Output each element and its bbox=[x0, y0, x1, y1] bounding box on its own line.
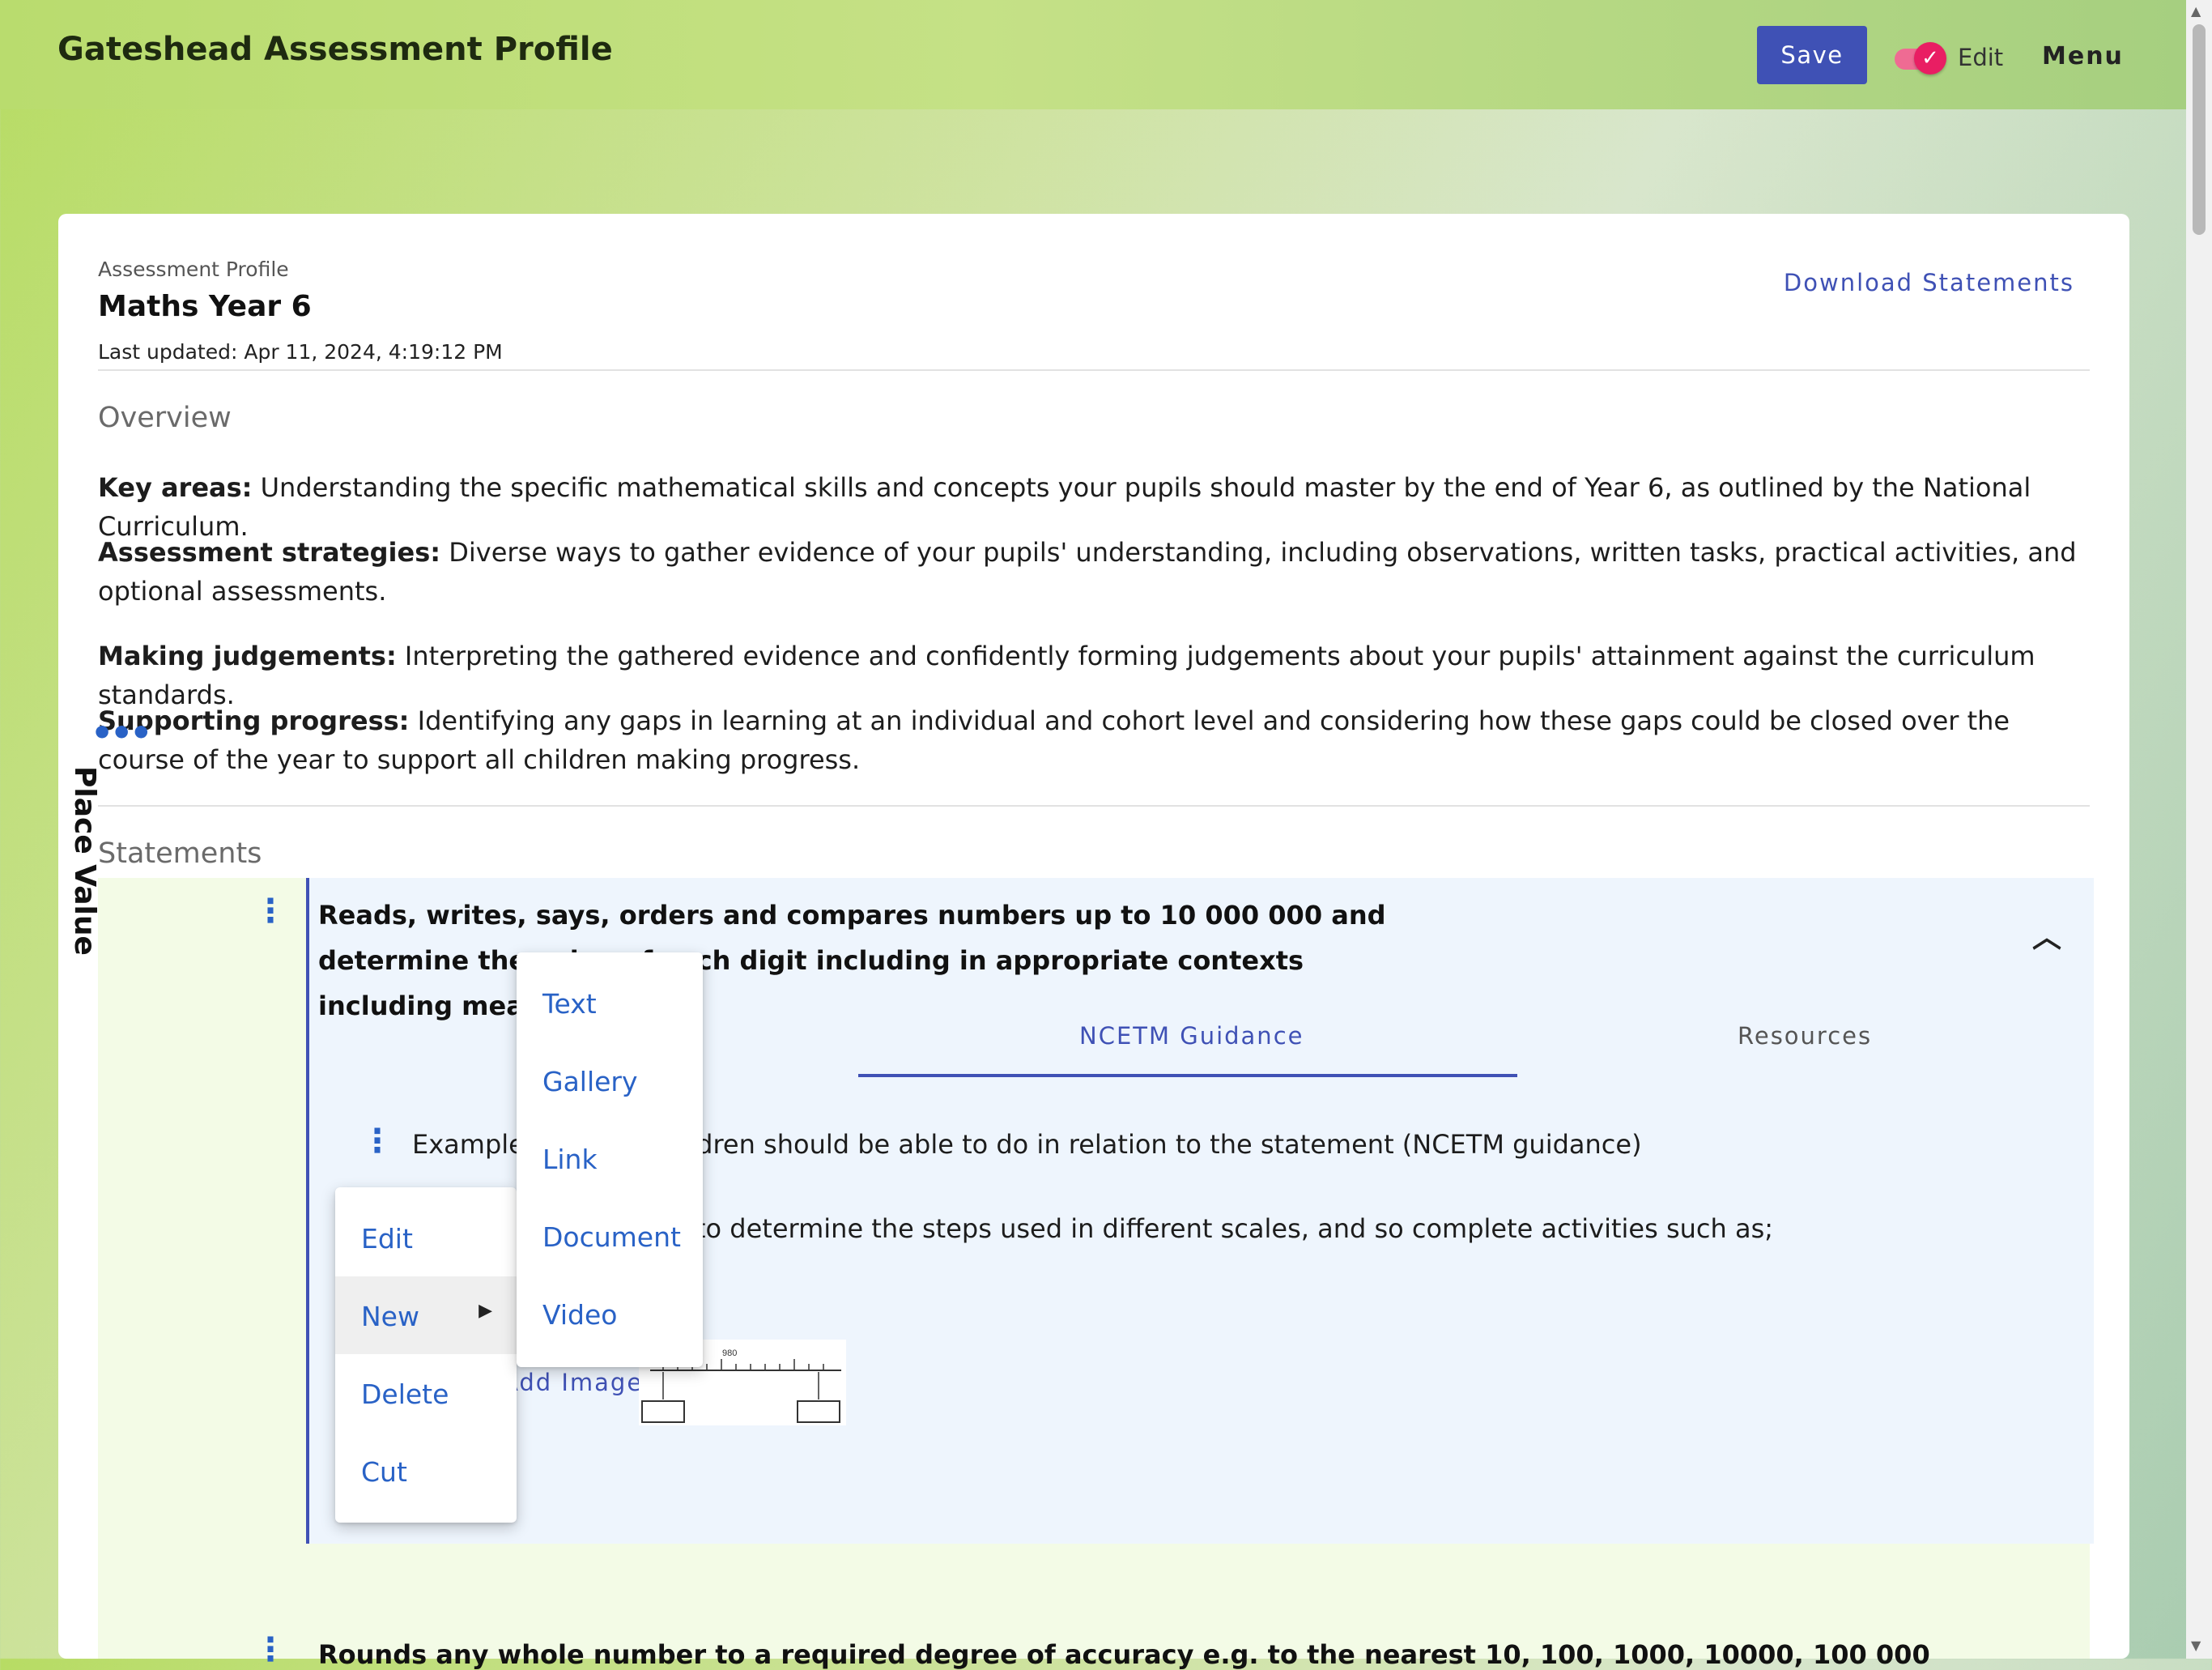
category-label: Place Value bbox=[68, 766, 101, 956]
profile-eyebrow: Assessment Profile bbox=[98, 258, 289, 281]
check-icon: ✓ bbox=[1914, 42, 1946, 75]
next-statement-options-icon[interactable]: ⋮ bbox=[254, 1634, 287, 1666]
submenu-item-label: Text bbox=[542, 988, 597, 1020]
menu-item-label: New bbox=[361, 1301, 419, 1332]
chevron-up-icon[interactable]: ︿ bbox=[2032, 914, 2061, 956]
menu-item-new[interactable]: New ▶ bbox=[335, 1276, 517, 1354]
submenu-item-label: Link bbox=[542, 1144, 598, 1175]
submenu-item-label: Gallery bbox=[542, 1066, 638, 1097]
overview-item-text: Understanding the specific mathematical … bbox=[98, 472, 2031, 542]
submenu-item-document[interactable]: Document bbox=[517, 1197, 703, 1275]
tab-ncetm-guidance[interactable]: NCETM Guidance bbox=[1079, 1022, 1304, 1050]
download-statements-link[interactable]: Download Statements bbox=[1784, 269, 2074, 296]
menu-item-cut[interactable]: Cut bbox=[335, 1432, 517, 1510]
overview-item: Supporting progress: Identifying any gap… bbox=[98, 701, 2098, 779]
edit-toggle[interactable]: ✓ bbox=[1895, 42, 1946, 75]
menu-item-edit[interactable]: Edit bbox=[335, 1199, 517, 1276]
statements-title: Statements bbox=[98, 837, 262, 870]
category-more-icon[interactable]: ••• bbox=[91, 713, 152, 754]
add-image-link[interactable]: Add Image bbox=[502, 1369, 643, 1396]
app-title: Gateshead Assessment Profile bbox=[57, 31, 613, 68]
statement-options-icon[interactable]: ⋮ bbox=[254, 895, 287, 927]
submenu-item-gallery[interactable]: Gallery bbox=[517, 1042, 703, 1119]
overview-item-label: Assessment strategies: bbox=[98, 537, 441, 568]
overview-item: Assessment strategies: Diverse ways to g… bbox=[98, 533, 2098, 611]
statement-text[interactable]: Reads, writes, says, orders and compares… bbox=[318, 893, 1403, 1029]
tab-resources[interactable]: Resources bbox=[1738, 1022, 1872, 1050]
scroll-thumb[interactable] bbox=[2193, 24, 2206, 235]
save-button[interactable]: Save bbox=[1757, 26, 1867, 84]
number-line-label: 980 bbox=[722, 1348, 737, 1358]
active-tab-indicator bbox=[858, 1074, 1517, 1077]
scroll-down-icon[interactable]: ▼ bbox=[2191, 1638, 2201, 1653]
divider bbox=[98, 369, 2090, 371]
overview-item-label: Making judgements: bbox=[98, 641, 397, 671]
submenu-item-label: Document bbox=[542, 1221, 681, 1253]
next-statement-text[interactable]: Rounds any whole number to a required de… bbox=[318, 1639, 1930, 1670]
caret-right-icon: ▶ bbox=[479, 1301, 492, 1321]
edit-toggle-label: Edit bbox=[1958, 44, 2004, 71]
menu-item-label: Edit bbox=[361, 1223, 413, 1255]
menu-item-label: Cut bbox=[361, 1456, 407, 1488]
menu-button[interactable]: Menu bbox=[2042, 42, 2124, 70]
context-menu: Edit New ▶ Delete Cut bbox=[335, 1187, 517, 1523]
guidance-options-icon[interactable]: ⋮ bbox=[361, 1125, 393, 1157]
divider bbox=[98, 805, 2090, 807]
menu-item-label: Delete bbox=[361, 1378, 449, 1410]
menu-item-delete[interactable]: Delete bbox=[335, 1354, 517, 1432]
scroll-up-icon[interactable]: ▲ bbox=[2191, 3, 2201, 19]
app-header: Gateshead Assessment Profile Save ✓ Edit… bbox=[0, 0, 2186, 109]
submenu-item-video[interactable]: Video bbox=[517, 1275, 703, 1353]
new-submenu: Text Gallery Link Document Video bbox=[517, 952, 703, 1367]
submenu-item-text[interactable]: Text bbox=[517, 964, 703, 1042]
profile-title: Maths Year 6 bbox=[98, 290, 312, 323]
overview-title: Overview bbox=[98, 402, 232, 434]
page-scrollbar[interactable]: ▲ ▼ bbox=[2186, 0, 2212, 1659]
overview-item-label: Key areas: bbox=[98, 472, 253, 503]
last-updated: Last updated: Apr 11, 2024, 4:19:12 PM bbox=[98, 340, 503, 364]
submenu-item-label: Video bbox=[542, 1299, 618, 1331]
submenu-item-link[interactable]: Link bbox=[517, 1119, 703, 1197]
